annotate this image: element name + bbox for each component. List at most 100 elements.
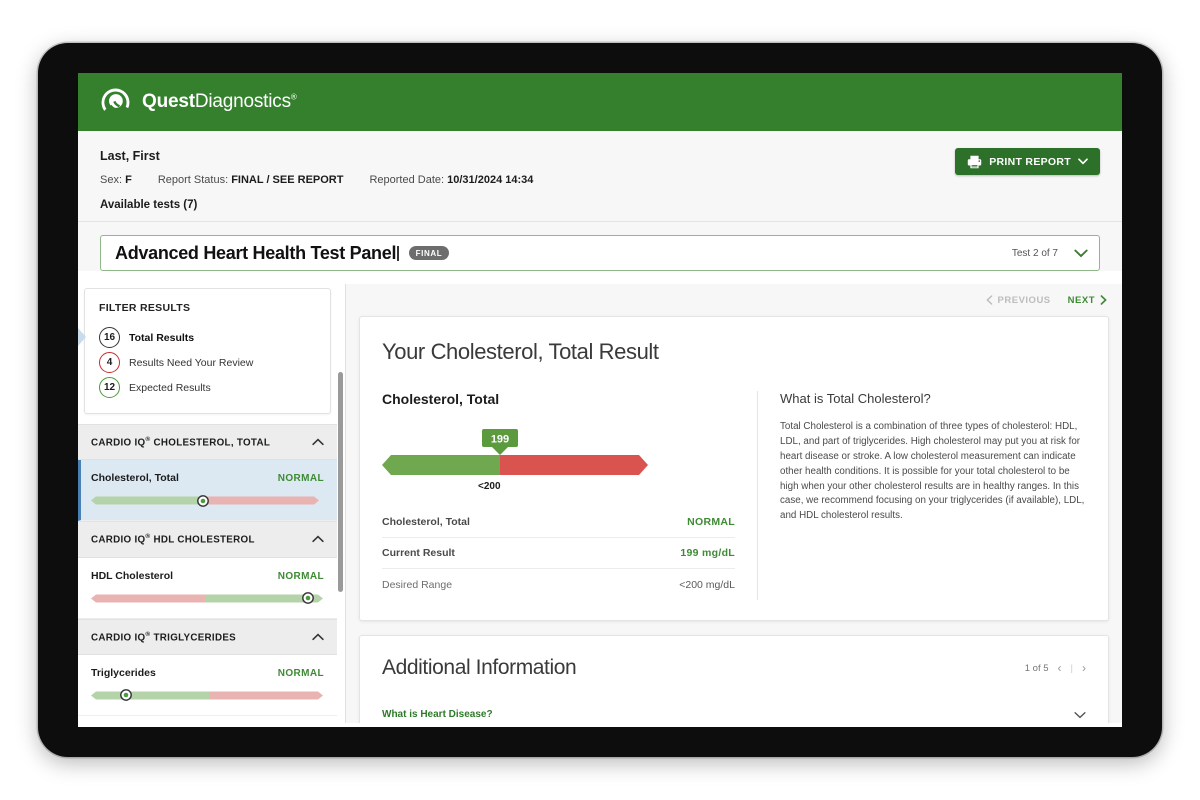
logo-registered-mark: ® — [291, 93, 297, 102]
group-title-post: TRIGLYCERIDES — [151, 632, 237, 643]
explainer-body: Total Cholesterol is a combination of th… — [780, 420, 1086, 524]
sidebar-test-cholesterol-total[interactable]: Cholesterol, Total NORMAL — [78, 460, 337, 521]
test-counter: Test 2 of 7 — [1012, 248, 1058, 259]
chevron-right-icon[interactable]: › — [1082, 661, 1086, 675]
filter-count-badge: 16 — [99, 327, 120, 348]
group-title-pre: CARDIO IQ — [91, 535, 145, 546]
previous-label: PREVIOUS — [998, 295, 1051, 306]
chevron-up-icon[interactable] — [312, 438, 324, 446]
filter-label: Results Need Your Review — [129, 357, 253, 369]
filter-label: Expected Results — [129, 382, 211, 394]
content-area: FILTER RESULTS 16 Total Results 4 Result… — [78, 284, 1122, 723]
print-report-label: PRINT REPORT — [989, 156, 1071, 168]
row-key: Desired Range — [382, 579, 452, 591]
selected-panel-name: Advanced Heart Health Test Panel — [115, 243, 400, 264]
group-title: CARDIO IQ® CHOLESTEROL, TOTAL — [91, 436, 270, 448]
faq-question: What is Heart Disease? — [382, 709, 493, 720]
additional-info-title: Additional Information — [382, 656, 576, 680]
filter-total-results[interactable]: 16 Total Results — [85, 325, 330, 350]
test-item-status: NORMAL — [278, 571, 324, 582]
report-status: Report Status: FINAL / SEE REPORT — [158, 174, 344, 186]
mini-range-gauge — [91, 593, 324, 604]
chevron-down-icon — [1078, 158, 1088, 165]
quest-q-swoosh-icon — [100, 87, 131, 118]
row-value: 199 mg/dL — [680, 547, 735, 559]
test-item-status: NORMAL — [278, 473, 324, 484]
filter-results-card: FILTER RESULTS 16 Total Results 4 Result… — [84, 288, 331, 414]
patient-info-strip: Last, First Sex: F Report Status: FINAL … — [78, 131, 1122, 222]
gauge-threshold-label: <200 — [478, 481, 501, 492]
chevron-down-icon[interactable] — [1074, 249, 1088, 258]
row-value: NORMAL — [687, 516, 735, 528]
test-item-header: HDL Cholesterol NORMAL — [91, 570, 324, 582]
group-title-post: HDL CHOLESTEROL — [151, 535, 255, 546]
table-row: Cholesterol, Total NORMAL — [382, 507, 735, 538]
chevron-down-icon[interactable] — [1074, 711, 1086, 719]
next-label: NEXT — [1068, 295, 1095, 306]
result-explainer-column: What is Total Cholesterol? Total Cholest… — [757, 391, 1086, 600]
report-status-label: Report Status: — [158, 174, 228, 186]
faq-item[interactable]: What is Heart Disease? — [382, 698, 1086, 723]
group-header[interactable]: CARDIO IQ® CHOLESTEROL, TOTAL — [78, 425, 337, 460]
text-cursor — [397, 246, 399, 261]
patient-name: Last, First — [100, 149, 1100, 163]
print-report-button[interactable]: PRINT REPORT — [955, 148, 1100, 175]
logo-diagnostics-text: Diagnostics — [195, 91, 291, 112]
sidebar-scroll-content: FILTER RESULTS 16 Total Results 4 Result… — [78, 284, 337, 723]
explainer-title: What is Total Cholesterol? — [780, 391, 1086, 406]
filter-needs-review[interactable]: 4 Results Need Your Review — [85, 350, 330, 375]
sidebar-test-hdl-cholesterol[interactable]: HDL Cholesterol NORMAL — [78, 558, 337, 619]
patient-meta-row: Sex: F Report Status: FINAL / SEE REPORT… — [100, 174, 1100, 186]
chevron-right-icon — [1100, 295, 1107, 305]
next-result-button[interactable]: NEXT — [1068, 295, 1107, 306]
reported-date-label: Reported Date: — [369, 174, 444, 186]
filter-label: Total Results — [129, 332, 194, 344]
chevron-up-icon[interactable] — [312, 633, 324, 641]
group-title: CARDIO IQ® TRIGLYCERIDES — [91, 631, 236, 643]
test-item-header: Triglycerides NORMAL — [91, 667, 324, 679]
sex-value: F — [125, 174, 132, 186]
results-sidebar: FILTER RESULTS 16 Total Results 4 Result… — [78, 284, 346, 723]
sex-label: Sex: — [100, 174, 122, 186]
printer-icon — [967, 155, 982, 169]
test-panel-selector[interactable]: Advanced Heart Health Test Panel FINAL T… — [100, 235, 1100, 271]
test-item-status: NORMAL — [278, 668, 324, 679]
row-value: <200 mg/dL — [679, 579, 735, 591]
test-item-name: HDL Cholesterol — [91, 570, 173, 582]
chevron-up-icon[interactable] — [312, 535, 324, 543]
group-header[interactable]: CARDIO IQ® TRIGLYCERIDES — [78, 620, 337, 655]
result-pager: PREVIOUS NEXT — [359, 284, 1109, 316]
filter-results-heading: FILTER RESULTS — [85, 302, 330, 314]
app-screen: QuestDiagnostics® Last, First Sex: F Rep… — [78, 73, 1122, 727]
available-tests-label: Available tests (7) — [100, 199, 1100, 211]
patient-sex: Sex: F — [100, 174, 132, 186]
mini-range-gauge — [91, 690, 324, 701]
gauge-green-segment — [382, 455, 500, 475]
result-columns: Cholesterol, Total 199 <200 — [382, 391, 1086, 600]
app-header: QuestDiagnostics® — [78, 73, 1122, 131]
row-key: Cholesterol, Total — [382, 516, 470, 528]
result-test-name: Cholesterol, Total — [382, 391, 735, 407]
sidebar-scrollbar-thumb[interactable] — [338, 372, 343, 592]
result-card: Your Cholesterol, Total Result Cholester… — [359, 316, 1109, 621]
selected-panel-text: Advanced Heart Health Test Panel — [115, 243, 396, 263]
additional-information-card: Additional Information 1 of 5 ‹ | › What… — [359, 635, 1109, 723]
group-header[interactable]: CARDIO IQ® HDL CHOLESTEROL — [78, 522, 337, 557]
page-counter: 1 of 5 — [1025, 663, 1049, 674]
test-item-name: Cholesterol, Total — [91, 472, 179, 484]
test-group-triglycerides: CARDIO IQ® TRIGLYCERIDES Triglycerides N… — [78, 619, 337, 716]
quest-diagnostics-logo[interactable]: QuestDiagnostics® — [100, 87, 297, 118]
report-status-value: FINAL / SEE REPORT — [231, 174, 343, 186]
group-title-post: CHOLESTEROL, TOTAL — [151, 437, 271, 448]
table-row: Current Result 199 mg/dL — [382, 538, 735, 569]
gauge-red-segment — [500, 455, 648, 475]
group-title-pre: CARDIO IQ — [91, 437, 145, 448]
chevron-left-icon[interactable]: ‹ — [1058, 661, 1062, 675]
logo-wordmark: QuestDiagnostics® — [142, 91, 297, 113]
result-measurement-column: Cholesterol, Total 199 <200 — [382, 391, 757, 600]
previous-result-button[interactable]: PREVIOUS — [986, 295, 1051, 306]
sidebar-test-triglycerides[interactable]: Triglycerides NORMAL — [78, 655, 337, 716]
logo-quest-text: Quest — [142, 91, 195, 112]
pager-separator: | — [1071, 663, 1073, 674]
filter-expected-results[interactable]: 12 Expected Results — [85, 375, 330, 400]
